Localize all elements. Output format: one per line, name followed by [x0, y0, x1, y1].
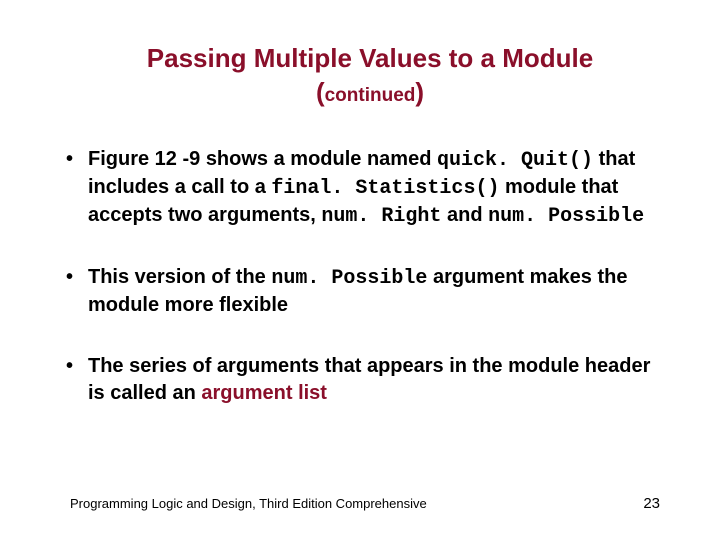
- slide: Passing Multiple Values to a Module (con…: [0, 0, 720, 540]
- slide-title: Passing Multiple Values to a Module (con…: [60, 42, 660, 110]
- page-number: 23: [643, 495, 660, 512]
- footer: Programming Logic and Design, Third Edit…: [70, 495, 660, 512]
- title-continued: continued: [325, 85, 416, 106]
- title-main: Passing Multiple Values to a Module: [147, 43, 593, 73]
- body-text: The series of arguments that appears in …: [88, 355, 650, 404]
- code-text: num. Possible: [488, 205, 644, 228]
- bullet-item: The series of arguments that appears in …: [60, 353, 660, 407]
- paren-open: (: [316, 77, 325, 107]
- body-text: and: [441, 204, 488, 226]
- code-text: quick. Quit(): [437, 149, 593, 172]
- paren-close: ): [415, 77, 424, 107]
- code-text: final. Statistics(): [271, 177, 499, 200]
- bullet-list: Figure 12 -9 shows a module named quick.…: [60, 146, 660, 407]
- footer-text: Programming Logic and Design, Third Edit…: [70, 496, 427, 511]
- accent-text: argument list: [201, 382, 327, 404]
- code-text: num. Possible: [271, 267, 427, 290]
- bullet-item: This version of the num. Possible argume…: [60, 264, 660, 319]
- bullet-item: Figure 12 -9 shows a module named quick.…: [60, 146, 660, 230]
- body-text: Figure 12 -9 shows a module named: [88, 148, 437, 170]
- code-text: num. Right: [321, 205, 441, 228]
- body-text: This version of the: [88, 266, 271, 288]
